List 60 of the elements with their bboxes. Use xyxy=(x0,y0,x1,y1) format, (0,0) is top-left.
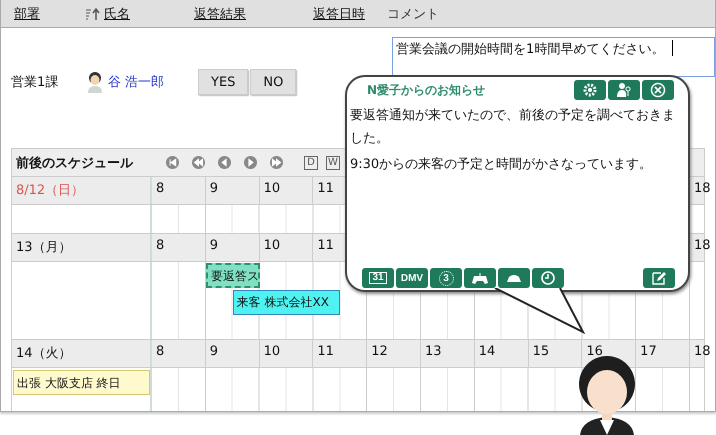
sort-icon xyxy=(86,8,100,20)
hour-label: 12 xyxy=(367,340,421,367)
department: 営業1課 xyxy=(11,74,60,91)
clock-button[interactable] xyxy=(532,268,564,288)
bowl-button[interactable] xyxy=(498,268,530,288)
forward-icon[interactable] xyxy=(244,156,257,169)
settings-button[interactable] xyxy=(574,80,606,100)
column-header-link[interactable]: 氏名 xyxy=(104,4,130,22)
answer-button[interactable]: YES xyxy=(198,69,248,95)
hour-label: 10 xyxy=(260,234,314,261)
close-icon xyxy=(650,82,666,98)
day-label: 13（月） xyxy=(12,234,152,261)
first-icon[interactable] xyxy=(166,156,179,169)
hour-label: 10 xyxy=(260,340,314,367)
hour-label: 14 xyxy=(474,340,529,367)
user-button[interactable] xyxy=(608,80,640,100)
clock-icon xyxy=(540,270,556,286)
pencil-icon xyxy=(651,270,667,286)
calendar-event[interactable]: 来客 株式会社XX xyxy=(232,290,340,315)
day-label: 8/12（日） xyxy=(12,177,152,204)
gamepad-button[interactable] xyxy=(464,268,496,288)
hour-label: 15 xyxy=(528,340,582,367)
fast-forward-icon[interactable] xyxy=(270,156,283,169)
pending-reply-event[interactable]: 要返答ス xyxy=(206,263,260,288)
back-icon[interactable] xyxy=(218,156,231,169)
column-header-link[interactable]: 返答結果 xyxy=(194,4,246,22)
avatar-icon xyxy=(86,71,104,93)
view-button[interactable]: D xyxy=(304,156,318,170)
notice-title: N愛子からのお知らせ xyxy=(367,82,486,98)
edit-button[interactable] xyxy=(643,268,675,288)
gear-icon xyxy=(582,82,598,98)
schedule-title: 前後のスケジュール xyxy=(16,154,134,172)
hour-label: 9 xyxy=(206,177,260,204)
person-icon xyxy=(616,82,632,98)
column-header-link[interactable]: 返答日時 xyxy=(313,4,365,22)
notice-message: 要返答通知が来ていたので、前後の予定を調べておきました。 xyxy=(350,107,676,148)
close-button[interactable] xyxy=(642,80,674,100)
hour-label: 8 xyxy=(152,177,206,204)
gamepad-icon xyxy=(472,270,488,286)
calendar-button[interactable]: 31 xyxy=(362,268,394,288)
hour-label: 13 xyxy=(420,340,475,367)
day-label: 14（火） xyxy=(12,340,152,367)
counter-button[interactable]: 3 xyxy=(430,268,462,288)
hour-label: 10 xyxy=(260,177,314,204)
view-button[interactable]: W xyxy=(326,156,340,170)
hour-label: 11 xyxy=(313,340,368,367)
answer-button[interactable]: NO xyxy=(250,69,296,95)
hour-label: 18 xyxy=(690,340,715,367)
hour-label: 8 xyxy=(152,340,206,367)
column-header-link[interactable]: 部署 xyxy=(14,4,40,22)
user-name-link[interactable]: 谷 浩一郎 xyxy=(108,73,198,91)
hour-label: 9 xyxy=(206,234,260,261)
notice-message: 9:30からの来客の予定と時間がかさなっています。 xyxy=(350,156,654,174)
hour-label: 9 xyxy=(206,340,260,367)
dmv-button[interactable]: DMV xyxy=(396,268,428,288)
hour-label: 8 xyxy=(152,234,206,261)
column-header: コメント xyxy=(387,6,439,22)
hour-label: 17 xyxy=(636,340,690,367)
all-day-event[interactable]: 出張 大阪支店 終日 xyxy=(13,370,150,395)
fast-back-icon[interactable] xyxy=(192,156,205,169)
